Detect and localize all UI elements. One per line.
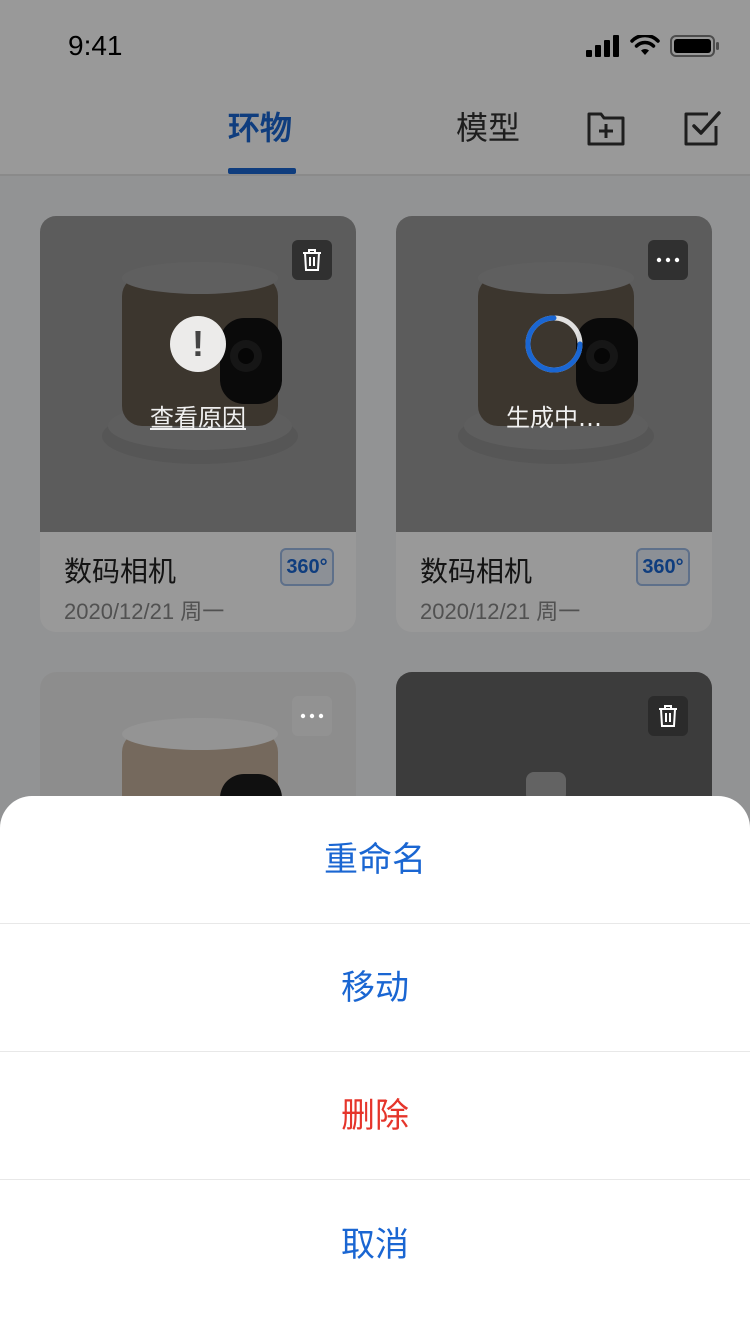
move-button[interactable]: 移动 <box>0 924 750 1052</box>
delete-card-button[interactable] <box>648 696 688 736</box>
more-icon <box>300 713 324 719</box>
view-reason-link[interactable]: 查看原因 <box>40 398 356 433</box>
trash-icon <box>659 705 677 727</box>
action-sheet: 重命名 移动 删除 取消 <box>0 796 750 1334</box>
generating-overlay: 生成中… <box>396 216 712 532</box>
rename-button[interactable]: 重命名 <box>0 796 750 924</box>
delete-button[interactable]: 删除 <box>0 1052 750 1180</box>
loading-spinner-icon <box>525 315 583 373</box>
failed-overlay: ! 查看原因 <box>40 216 356 532</box>
generating-text: 生成中… <box>506 404 602 432</box>
warning-icon: ! <box>170 316 226 372</box>
cancel-button[interactable]: 取消 <box>0 1180 750 1310</box>
more-button[interactable] <box>292 696 332 736</box>
